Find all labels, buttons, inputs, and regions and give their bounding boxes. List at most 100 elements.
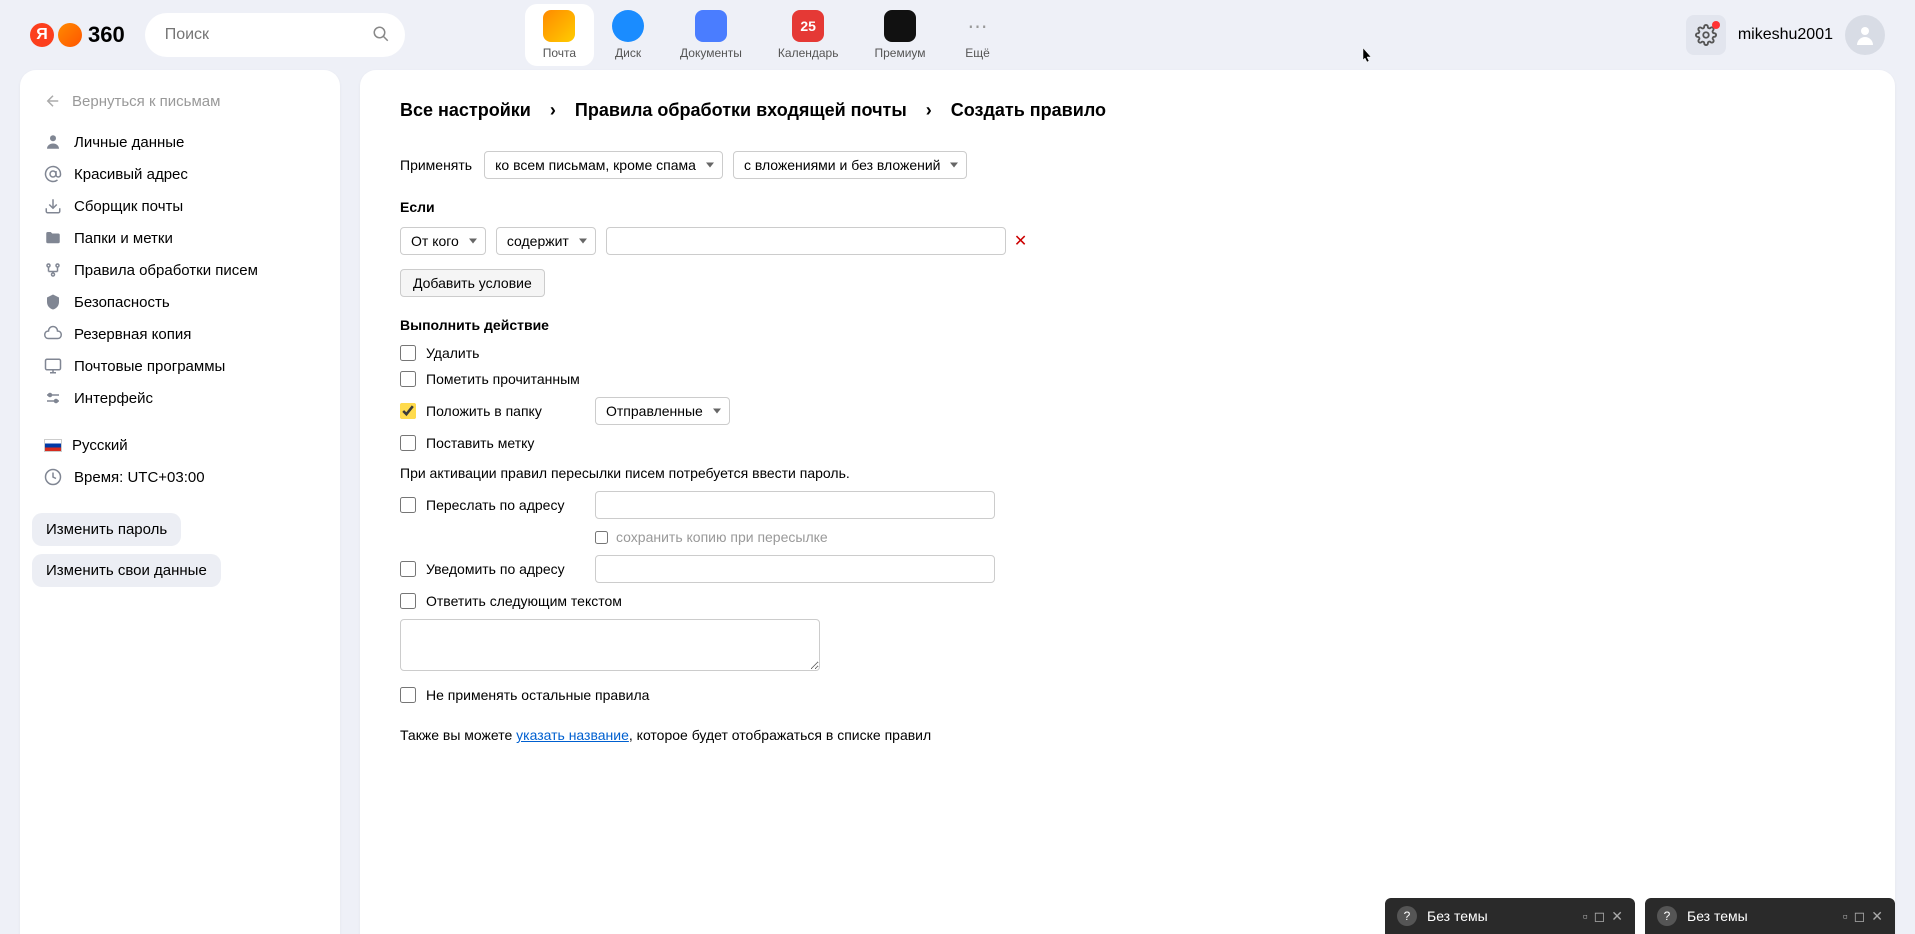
at-icon xyxy=(44,165,62,183)
docs-icon xyxy=(695,10,727,42)
orange-icon xyxy=(58,23,82,47)
clock-icon xyxy=(44,468,62,486)
nav-docs[interactable]: Документы xyxy=(662,4,760,66)
user-icon xyxy=(1853,23,1877,47)
sidebar-item-address[interactable]: Красивый адрес xyxy=(20,158,340,190)
person-icon xyxy=(44,133,62,151)
stop-rules-label: Не применять остальные правила xyxy=(426,687,649,703)
condition-op-select[interactable]: содержит xyxy=(496,227,596,255)
breadcrumb-create[interactable]: Создать правило xyxy=(951,100,1106,120)
search-icon[interactable] xyxy=(372,25,390,46)
sidebar-item-security[interactable]: Безопасность xyxy=(20,286,340,318)
nav-more[interactable]: ⋯ Ещё xyxy=(944,4,1012,66)
settings-button[interactable] xyxy=(1686,15,1726,55)
sidebar-item-collector[interactable]: Сборщик почты xyxy=(20,190,340,222)
logo[interactable]: Я 360 xyxy=(30,22,125,48)
action-title: Выполнить действие xyxy=(400,317,1855,333)
notify-address-input[interactable] xyxy=(595,555,995,583)
forward-address-input[interactable] xyxy=(595,491,995,519)
folder-icon xyxy=(44,229,62,247)
maximize-icon[interactable]: ◻ xyxy=(1854,908,1866,925)
set-label-checkbox[interactable] xyxy=(400,435,416,451)
sidebar-label: Красивый адрес xyxy=(74,166,188,183)
back-to-mail[interactable]: Вернуться к письмам xyxy=(20,92,340,126)
sidebar: Вернуться к письмам Личные данные Красив… xyxy=(20,70,340,934)
change-password-button[interactable]: Изменить пароль xyxy=(32,513,181,546)
apply-scope-select[interactable]: ко всем письмам, кроме спама xyxy=(484,151,723,179)
nav-premium[interactable]: Премиум xyxy=(856,4,943,66)
minimized-windows: ? Без темы ▫ ◻ ✕ ? Без темы ▫ ◻ ✕ xyxy=(1385,898,1895,934)
minimize-icon[interactable]: ▫ xyxy=(1583,908,1588,924)
nav-calendar[interactable]: 25 Календарь xyxy=(760,4,857,66)
set-name-link[interactable]: указать название xyxy=(516,727,629,743)
delete-checkbox[interactable] xyxy=(400,345,416,361)
logo-text: 360 xyxy=(88,22,125,48)
chevron-right-icon: › xyxy=(550,100,556,120)
reply-label: Ответить следующим текстом xyxy=(426,593,622,609)
forward-checkbox[interactable] xyxy=(400,497,416,513)
sidebar-item-programs[interactable]: Почтовые программы xyxy=(20,350,340,382)
avatar[interactable] xyxy=(1845,15,1885,55)
minimize-icon[interactable]: ▫ xyxy=(1843,908,1848,924)
folder-select[interactable]: Отправленные xyxy=(595,397,730,425)
nav-apps: Почта Диск Документы 25 Календарь Премиу… xyxy=(525,4,1012,66)
search-input[interactable] xyxy=(165,26,372,44)
move-folder-label: Положить в папку xyxy=(426,403,542,419)
filter-icon xyxy=(44,261,62,279)
username[interactable]: mikeshu2001 xyxy=(1738,26,1833,44)
nav-disk-label: Диск xyxy=(615,46,641,60)
breadcrumb: Все настройки › Правила обработки входящ… xyxy=(400,100,1855,121)
nav-docs-label: Документы xyxy=(680,46,742,60)
move-folder-checkbox[interactable] xyxy=(400,403,416,419)
notify-checkbox[interactable] xyxy=(400,561,416,577)
mark-read-label: Пометить прочитанным xyxy=(426,371,580,387)
nav-disk[interactable]: Диск xyxy=(594,4,662,66)
footer-text-a: Также вы можете xyxy=(400,727,516,743)
change-data-button[interactable]: Изменить свои данные xyxy=(32,554,221,587)
apply-label: Применять xyxy=(400,157,472,173)
close-icon[interactable]: ✕ xyxy=(1871,908,1883,925)
mini-window-1[interactable]: ? Без темы ▫ ◻ ✕ xyxy=(1385,898,1635,934)
mark-read-checkbox[interactable] xyxy=(400,371,416,387)
add-condition-button[interactable]: Добавить условие xyxy=(400,269,545,297)
reply-text-input[interactable] xyxy=(400,619,820,671)
remove-condition-button[interactable]: ✕ xyxy=(1014,231,1027,251)
condition-field-select[interactable]: От кого xyxy=(400,227,486,255)
arrow-left-icon xyxy=(44,92,62,110)
flag-ru-icon xyxy=(44,439,62,452)
breadcrumb-rules[interactable]: Правила обработки входящей почты xyxy=(575,100,907,120)
close-icon[interactable]: ✕ xyxy=(1611,908,1623,925)
keep-copy-checkbox[interactable] xyxy=(595,531,608,544)
nav-mail[interactable]: Почта xyxy=(525,4,594,66)
forward-note: При активации правил пересылки писем пот… xyxy=(400,465,1855,481)
sidebar-item-language[interactable]: Русский xyxy=(20,430,340,461)
nav-premium-label: Премиум xyxy=(874,46,925,60)
disk-icon xyxy=(612,10,644,42)
sidebar-item-backup[interactable]: Резервная копия xyxy=(20,318,340,350)
more-icon: ⋯ xyxy=(962,10,994,42)
sidebar-label: Сборщик почты xyxy=(74,198,183,215)
condition-value-input[interactable] xyxy=(606,227,1006,255)
chevron-right-icon: › xyxy=(926,100,932,120)
sidebar-item-time[interactable]: Время: UTC+03:00 xyxy=(20,461,340,493)
search-box[interactable] xyxy=(145,13,405,57)
reply-checkbox[interactable] xyxy=(400,593,416,609)
mini-title: Без темы xyxy=(1687,908,1837,924)
monitor-icon xyxy=(44,357,62,375)
sidebar-item-rules[interactable]: Правила обработки писем xyxy=(20,254,340,286)
apply-attachments-select[interactable]: с вложениями и без вложений xyxy=(733,151,968,179)
sidebar-item-personal[interactable]: Личные данные xyxy=(20,126,340,158)
maximize-icon[interactable]: ◻ xyxy=(1594,908,1606,925)
sidebar-label: Личные данные xyxy=(74,134,184,151)
sidebar-item-folders[interactable]: Папки и метки xyxy=(20,222,340,254)
breadcrumb-all[interactable]: Все настройки xyxy=(400,100,531,120)
mini-title: Без темы xyxy=(1427,908,1577,924)
mini-window-2[interactable]: ? Без темы ▫ ◻ ✕ xyxy=(1645,898,1895,934)
if-title: Если xyxy=(400,199,1855,215)
forward-label: Переслать по адресу xyxy=(426,497,564,513)
sidebar-label: Почтовые программы xyxy=(74,358,225,375)
stop-rules-checkbox[interactable] xyxy=(400,687,416,703)
notify-label: Уведомить по адресу xyxy=(426,561,565,577)
sidebar-item-interface[interactable]: Интерфейс xyxy=(20,382,340,414)
sidebar-label: Интерфейс xyxy=(74,390,153,407)
